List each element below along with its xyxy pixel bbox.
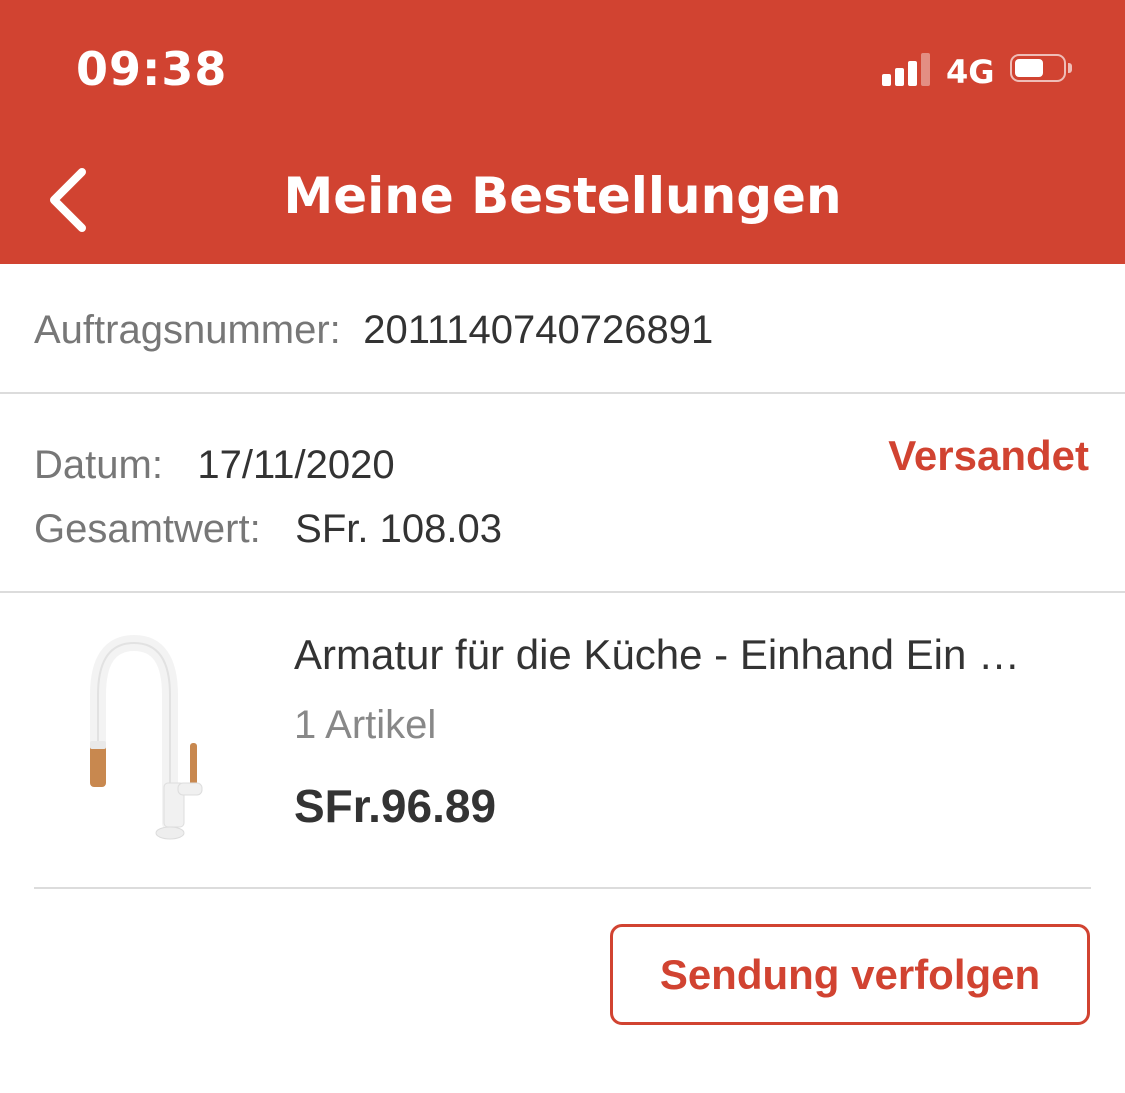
divider xyxy=(34,887,1091,889)
order-item[interactable]: Armatur für die Küche - Einhand Ein … 1 … xyxy=(0,593,1125,889)
kitchen-faucet-image xyxy=(70,633,230,848)
order-summary: Datum: 17/11/2020 Gesamtwert: SFr. 108.0… xyxy=(0,394,1125,593)
battery-icon xyxy=(1010,54,1072,84)
app-header: 09:38 4G Meine Bestellungen xyxy=(0,0,1125,264)
order-total-label: Gesamtwert: xyxy=(34,507,261,551)
order-number-value: 2011140740726891 xyxy=(363,308,714,352)
product-quantity: 1 Artikel xyxy=(294,703,437,747)
order-date-value: 17/11/2020 xyxy=(197,443,395,487)
order-number-label: Auftragsnummer: xyxy=(34,308,341,352)
network-type-label: 4G xyxy=(946,53,995,91)
order-number-row: Auftragsnummer: 2011140740726891 xyxy=(0,264,1125,394)
order-total-value: SFr. 108.03 xyxy=(295,507,502,551)
page-title: Meine Bestellungen xyxy=(283,167,842,225)
product-name[interactable]: Armatur für die Küche - Einhand Ein … xyxy=(294,631,1084,679)
status-bar-time: 09:38 xyxy=(76,42,228,96)
product-price: SFr.96.89 xyxy=(294,780,497,832)
order-status-badge: Versandet xyxy=(888,432,1089,479)
signal-strength-icon xyxy=(882,52,934,86)
order-date-label: Datum: xyxy=(34,443,163,487)
track-shipment-button[interactable]: Sendung verfolgen xyxy=(610,924,1090,1025)
